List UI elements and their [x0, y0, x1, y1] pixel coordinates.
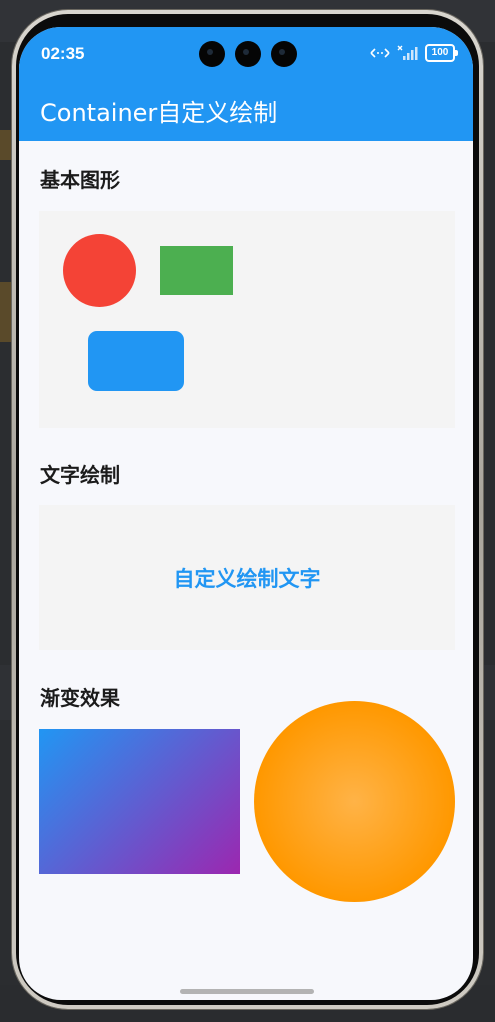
- data-transfer-icon: [370, 48, 390, 58]
- phone-screen: 02:35 100 Container自定义绘制 基本图形 文字绘制 自定义绘制…: [19, 27, 473, 1000]
- section-title-gradient: 渐变效果: [40, 686, 120, 710]
- section-title-text-drawing: 文字绘制: [40, 463, 120, 487]
- status-time: 02:35: [41, 44, 85, 63]
- no-signal-icon: [397, 45, 418, 60]
- linear-gradient-rectangle: [39, 729, 240, 874]
- text-drawing-canvas: 自定义绘制文字: [39, 505, 455, 650]
- status-bar: 02:35 100: [19, 27, 473, 79]
- camera-icon: [199, 41, 225, 67]
- battery-icon: 100: [425, 44, 458, 62]
- section-title-basic-shapes: 基本图形: [40, 168, 120, 192]
- status-icons: 100: [369, 43, 458, 63]
- drawn-text: 自定义绘制文字: [173, 567, 321, 591]
- camera-icon: [271, 41, 297, 67]
- app-bar: Container自定义绘制: [19, 79, 473, 141]
- app-title: Container自定义绘制: [40, 99, 278, 127]
- green-rectangle: [160, 246, 233, 295]
- radial-gradient-circle: [254, 701, 455, 902]
- home-indicator[interactable]: [180, 989, 314, 994]
- camera-icon: [235, 41, 261, 67]
- basic-shapes-canvas: [39, 211, 455, 428]
- blue-rounded-rectangle: [88, 331, 184, 391]
- red-circle: [63, 234, 136, 307]
